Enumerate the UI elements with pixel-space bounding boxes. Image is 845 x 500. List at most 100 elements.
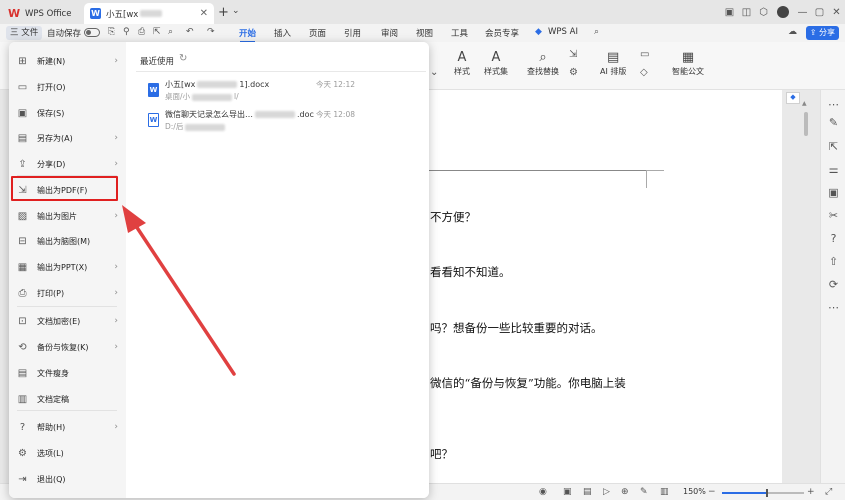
scroll-up-icon[interactable]: ▲ bbox=[802, 100, 807, 107]
find-replace-button[interactable]: ⌕ 查找替换 bbox=[527, 50, 559, 77]
menu-item-save-as[interactable]: ▤ 另存为(A) › bbox=[9, 127, 126, 149]
menu-item-export-mindmap[interactable]: ⊟ 输出为脑图(M) bbox=[9, 230, 126, 252]
shape-icon[interactable]: ◇ bbox=[640, 67, 648, 78]
new-tab-icon[interactable]: + bbox=[218, 5, 229, 20]
menu-item-label: 另存为(A) bbox=[37, 133, 73, 143]
menu-item-print[interactable]: ⎙ 打印(P) › bbox=[9, 282, 126, 304]
document-tab[interactable]: W 小五[wx ✕ bbox=[84, 3, 214, 24]
menu-item-help[interactable]: ? 帮助(H) › bbox=[9, 416, 126, 438]
redo-icon[interactable]: ↷ bbox=[207, 27, 215, 37]
style-set-button[interactable]: A 样式集 bbox=[484, 50, 508, 77]
menu-item-encrypt[interactable]: ⊡ 文档加密(E) › bbox=[9, 310, 126, 332]
menu-item-exit[interactable]: ⇥ 退出(Q) bbox=[9, 468, 126, 490]
sidebar-icon[interactable]: ▥ bbox=[660, 487, 669, 497]
smart-doc-icon: ▦ bbox=[681, 50, 695, 65]
search-icon[interactable]: ⌕ bbox=[594, 27, 599, 37]
menu-item-open[interactable]: ▭ 打开(O) bbox=[9, 76, 126, 98]
vertical-scrollbar[interactable] bbox=[804, 112, 808, 136]
preview-icon[interactable]: ⌕ bbox=[168, 27, 173, 37]
menu-item-save[interactable]: ▣ 保存(S) bbox=[9, 102, 126, 124]
tab-reference[interactable]: 引用 bbox=[344, 27, 361, 39]
help-icon[interactable]: ? bbox=[821, 232, 845, 245]
recent-file-item[interactable]: W 小五[wx 1].docx 桌面/小 l/ 今天 12:12 bbox=[148, 79, 418, 109]
file-menu-button[interactable]: 三 文件 bbox=[6, 26, 43, 40]
zoom-in-icon[interactable]: + bbox=[807, 487, 815, 497]
zoom-out-icon[interactable]: − bbox=[708, 487, 716, 497]
cloud-sync-icon[interactable]: ☁ bbox=[788, 27, 797, 37]
export-icon[interactable]: ⇱ bbox=[153, 27, 161, 37]
new-doc-icon: ⊞ bbox=[18, 55, 27, 67]
backup-icon[interactable]: ⟳ bbox=[821, 278, 845, 291]
autosave-toggle[interactable] bbox=[84, 28, 100, 37]
print-icon[interactable]: ⎙ bbox=[138, 27, 145, 37]
menu-item-export-image[interactable]: ▨ 输出为图片 › bbox=[9, 205, 126, 227]
minimize-icon[interactable]: — bbox=[794, 7, 811, 18]
share-doc-icon[interactable]: ⚲ bbox=[123, 27, 130, 37]
menu-item-finalize[interactable]: ▥ 文档定稿 bbox=[9, 388, 126, 410]
edit-icon[interactable]: ✎ bbox=[821, 116, 845, 129]
eye-icon[interactable]: ◉ bbox=[539, 487, 547, 497]
select-icon[interactable]: ⇱ bbox=[821, 140, 845, 153]
avatar[interactable] bbox=[777, 6, 789, 18]
tab-insert[interactable]: 插入 bbox=[274, 27, 291, 39]
document-page[interactable] bbox=[428, 90, 782, 483]
play-icon[interactable]: ▷ bbox=[603, 487, 610, 497]
maximize-icon[interactable]: ▢ bbox=[811, 7, 828, 18]
ai-layout-button[interactable]: ▤ AI 排版 bbox=[600, 50, 626, 77]
tab-view[interactable]: 视图 bbox=[416, 27, 433, 39]
menu-item-backup[interactable]: ⟲ 备份与恢复(K) › bbox=[9, 336, 126, 358]
settings-icon[interactable]: ⚙ bbox=[569, 67, 578, 78]
cube-icon[interactable]: ⬡ bbox=[755, 7, 772, 18]
divider bbox=[17, 410, 117, 411]
share-icon[interactable]: ⇧ bbox=[821, 255, 845, 268]
menu-item-slim[interactable]: ▤ 文件瘦身 bbox=[9, 362, 126, 384]
window-layout-icon[interactable]: ▣ bbox=[721, 7, 738, 18]
smart-doc-button[interactable]: ▦ 智能公文 bbox=[672, 50, 704, 77]
save-icon: ▣ bbox=[17, 107, 28, 119]
zoom-slider-handle[interactable] bbox=[766, 489, 769, 497]
close-window-icon[interactable]: ✕ bbox=[828, 7, 845, 18]
tools-icon[interactable]: ✂ bbox=[821, 209, 845, 222]
select-icon[interactable]: ⇲ bbox=[569, 49, 577, 60]
format-icon[interactable]: ▭ bbox=[640, 49, 649, 60]
more-icon[interactable]: ⋯ bbox=[821, 301, 845, 314]
navigation-marker-icon[interactable]: ◆ bbox=[786, 92, 800, 104]
more-icon[interactable]: ⋯ bbox=[821, 98, 845, 111]
tab-start[interactable]: 开始 bbox=[239, 27, 256, 43]
fullscreen-icon[interactable]: ⤢ bbox=[825, 487, 832, 497]
menu-item-new[interactable]: ⊞ 新建(N) › bbox=[9, 50, 126, 72]
page-view-icon[interactable]: ▣ bbox=[563, 487, 572, 497]
layout-icon[interactable]: ▤ bbox=[583, 487, 592, 497]
share-button[interactable]: ⇪ 分享 bbox=[805, 26, 839, 40]
menu-item-label: 输出为PPT(X) bbox=[37, 262, 88, 272]
menu-item-export-ppt[interactable]: ▦ 输出为PPT(X) › bbox=[9, 256, 126, 278]
wps-office-tab[interactable]: W WPS Office bbox=[4, 3, 78, 24]
undo-icon[interactable]: ↶ bbox=[186, 27, 194, 37]
tab-wps-ai[interactable]: WPS AI bbox=[548, 27, 578, 37]
menu-item-options[interactable]: ⚙ 选项(L) bbox=[9, 442, 126, 464]
menu-item-label: 文件瘦身 bbox=[37, 368, 69, 378]
word-doc-icon: W bbox=[90, 8, 101, 19]
web-icon[interactable]: ⊕ bbox=[621, 487, 629, 497]
chevron-down-icon[interactable]: ⌄ bbox=[430, 67, 438, 78]
cloud-doc-icon[interactable]: ⎘ bbox=[108, 27, 115, 37]
recent-file-item[interactable]: W 微信聊天记录怎么导出… .doc D:/后 今天 12:08 bbox=[148, 109, 418, 139]
refresh-icon[interactable]: ↻ bbox=[179, 53, 187, 64]
recent-files-title: 最近使用 bbox=[140, 57, 175, 67]
pen-icon[interactable]: ✎ bbox=[640, 487, 648, 497]
chevron-down-icon[interactable]: ⌄ bbox=[232, 6, 240, 16]
style-button[interactable]: A 样式 bbox=[454, 50, 470, 77]
adjust-icon[interactable]: ⚌ bbox=[821, 163, 845, 176]
skin-icon[interactable]: ◫ bbox=[738, 7, 755, 18]
tab-member[interactable]: 会员专享 bbox=[485, 27, 519, 39]
tab-page[interactable]: 页面 bbox=[309, 27, 326, 39]
close-tab-icon[interactable]: ✕ bbox=[200, 8, 208, 19]
zoom-slider[interactable] bbox=[722, 489, 804, 497]
recent-file-name-start: 小五[wx bbox=[165, 80, 196, 89]
zoom-label[interactable]: 150% bbox=[683, 487, 706, 496]
menu-item-share[interactable]: ⇪ 分享(D) › bbox=[9, 153, 126, 175]
chevron-right-icon: › bbox=[114, 56, 118, 66]
tab-tools[interactable]: 工具 bbox=[451, 27, 468, 39]
tab-review[interactable]: 审阅 bbox=[381, 27, 398, 39]
review-icon[interactable]: ▣ bbox=[821, 186, 845, 199]
